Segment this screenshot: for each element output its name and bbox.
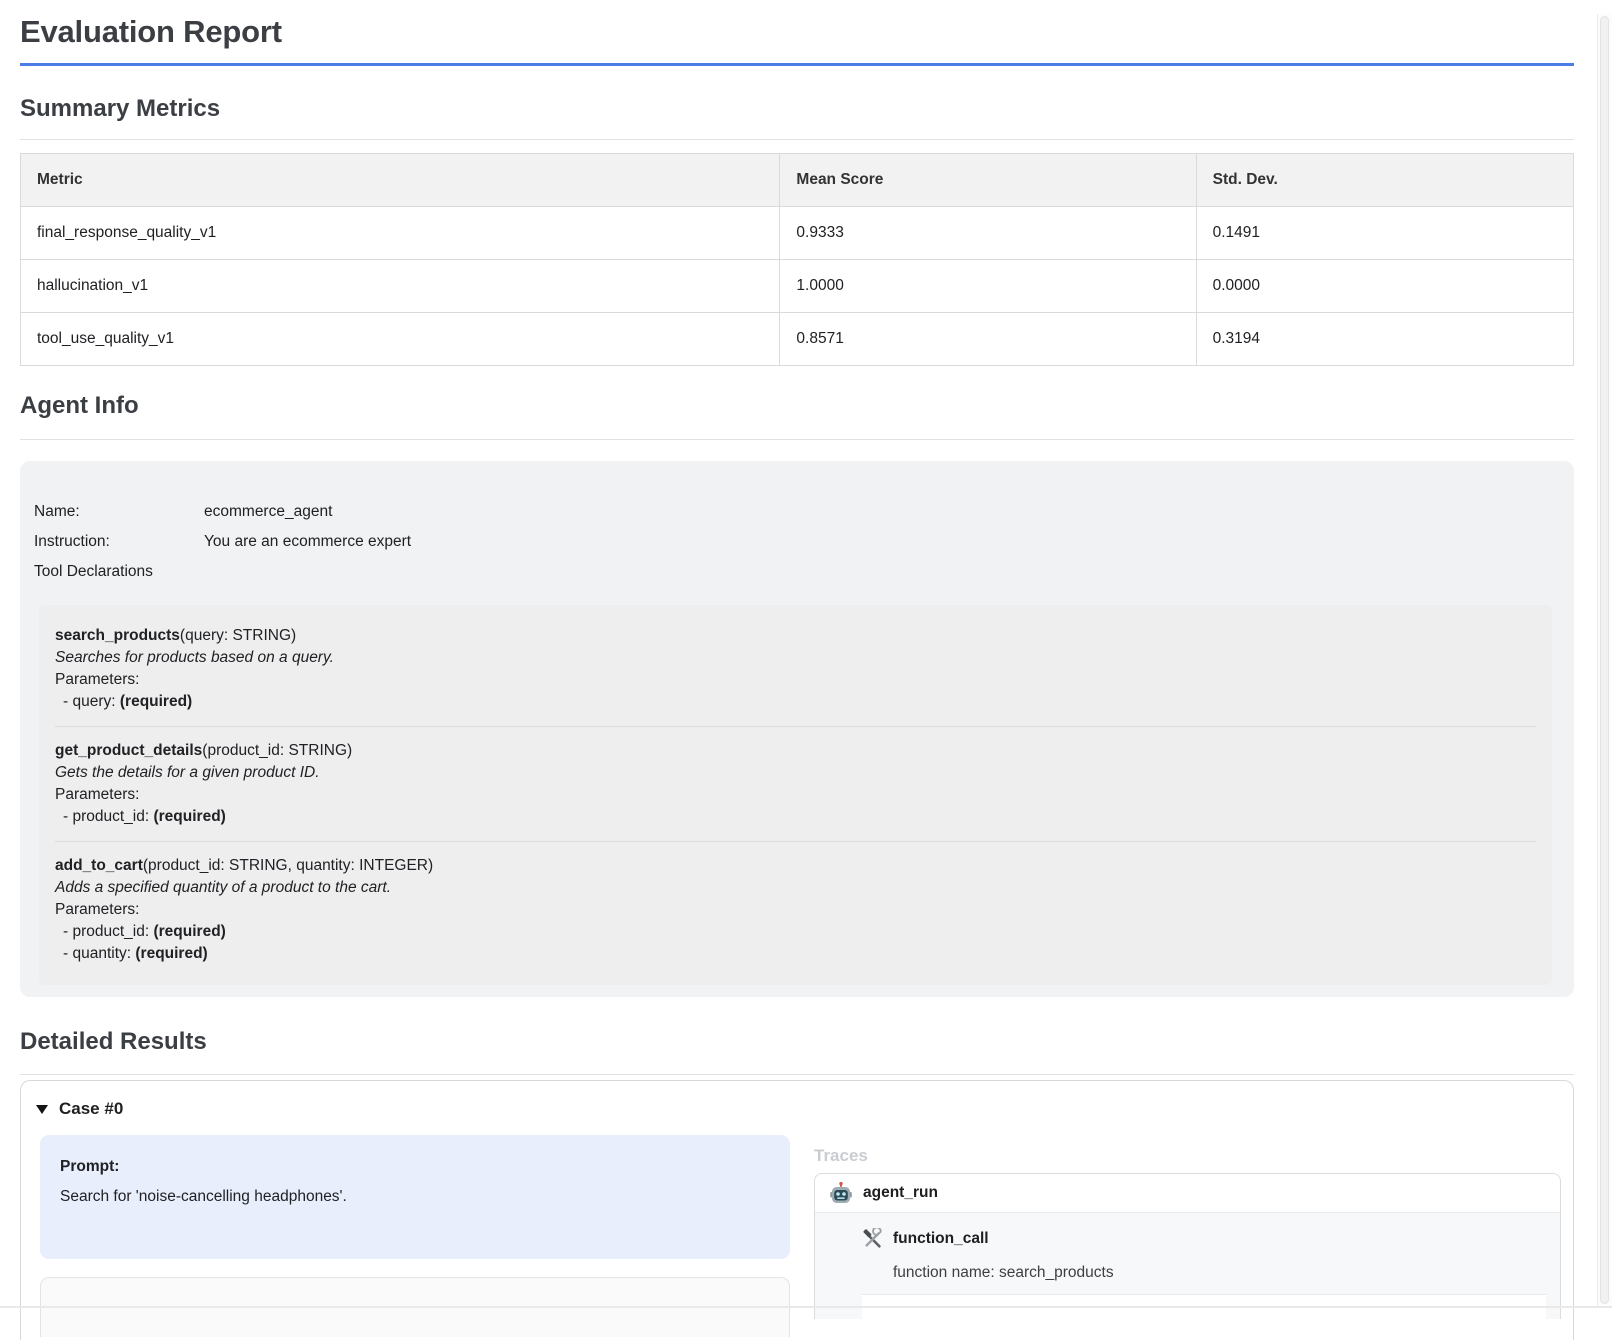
- summary-metrics-heading: Summary Metrics: [20, 95, 1574, 123]
- metric-name: hallucination_v1: [21, 260, 780, 313]
- agent-info-heading: Agent Info: [20, 392, 1574, 420]
- tool-description: Gets the details for a given product ID.: [55, 762, 1536, 784]
- tool-divider: [55, 726, 1536, 727]
- agent-instruction-row: Instruction: You are an ecommerce expert: [34, 533, 1554, 551]
- tool-entry-search-products: search_products(query: STRING) Searches …: [55, 625, 1536, 713]
- title-accent-rule: [20, 63, 1574, 66]
- tool-parameters-label: Parameters:: [55, 784, 1536, 806]
- scrollbar-thumb[interactable]: [1600, 16, 1609, 1304]
- trace-row-agent-run: agent_run: [815, 1174, 1560, 1212]
- table-header-row: Metric Mean Score Std. Dev.: [21, 154, 1574, 207]
- metric-mean: 0.8571: [780, 313, 1196, 366]
- robot-icon: [829, 1181, 853, 1205]
- prompt-text: Search for 'noise-cancelling headphones'…: [60, 1189, 770, 1205]
- tool-entry-add-to-cart: add_to_cart(product_id: STRING, quantity…: [55, 855, 1536, 965]
- tool-description: Searches for products based on a query.: [55, 647, 1536, 669]
- metric-std: 0.3194: [1196, 313, 1573, 366]
- viewport-bottom-edge: [0, 1306, 1612, 1308]
- section-divider: [20, 439, 1574, 440]
- prompt-label: Prompt:: [60, 1159, 770, 1175]
- trace-function-name: function name: search_products: [893, 1265, 1546, 1281]
- tool-declarations-label: Tool Declarations: [34, 563, 1554, 581]
- tool-parameter: - query: (required): [55, 691, 1536, 713]
- prompt-box: Prompt: Search for 'noise-cancelling hea…: [40, 1135, 790, 1259]
- metric-mean: 0.9333: [780, 207, 1196, 260]
- metric-std: 0.1491: [1196, 207, 1573, 260]
- trace-child-label: function_call: [893, 1230, 989, 1248]
- tool-parameters-label: Parameters:: [55, 899, 1536, 921]
- case-card: Case #0 Prompt: Search for 'noise-cancel…: [20, 1080, 1574, 1340]
- tool-signature: add_to_cart(product_id: STRING, quantity…: [55, 855, 1536, 877]
- agent-instruction-value: You are an ecommerce expert: [204, 533, 411, 551]
- hammer-wrench-icon: [862, 1228, 884, 1250]
- detailed-results-heading: Detailed Results: [20, 1028, 1574, 1056]
- trace-tree: agent_run: [814, 1173, 1561, 1319]
- metric-name: final_response_quality_v1: [21, 207, 780, 260]
- agent-name-label: Name:: [34, 503, 204, 521]
- tool-divider: [55, 841, 1536, 842]
- tool-entry-get-product-details: get_product_details(product_id: STRING) …: [55, 740, 1536, 828]
- collapse-triangle-icon: [36, 1105, 48, 1114]
- section-divider: [20, 139, 1574, 140]
- tool-signature: search_products(query: STRING): [55, 625, 1536, 647]
- traces-label: Traces: [814, 1147, 1561, 1164]
- metric-std: 0.0000: [1196, 260, 1573, 313]
- metric-name: tool_use_quality_v1: [21, 313, 780, 366]
- tool-description: Adds a specified quantity of a product t…: [55, 877, 1536, 899]
- table-row: final_response_quality_v1 0.9333 0.1491: [21, 207, 1574, 260]
- page-content: Evaluation Report Summary Metrics Metric…: [20, 14, 1574, 1340]
- trace-root-label: agent_run: [863, 1184, 938, 1202]
- case-toggle[interactable]: Case #0: [21, 1081, 1573, 1118]
- tool-parameters-label: Parameters:: [55, 669, 1536, 691]
- agent-instruction-label: Instruction:: [34, 533, 204, 551]
- case-title: Case #0: [59, 1100, 123, 1118]
- trace-row-function-call: function_call: [862, 1228, 1546, 1250]
- page-title: Evaluation Report: [20, 14, 1574, 50]
- tool-declarations-panel: search_products(query: STRING) Searches …: [39, 605, 1552, 985]
- agent-name-value: ecommerce_agent: [204, 503, 332, 521]
- table-row: tool_use_quality_v1 0.8571 0.3194: [21, 313, 1574, 366]
- table-row: hallucination_v1 1.0000 0.0000: [21, 260, 1574, 313]
- tool-parameter: - product_id: (required): [55, 806, 1536, 828]
- column-header-std-dev: Std. Dev.: [1196, 154, 1573, 207]
- tool-parameter: - quantity: (required): [55, 943, 1536, 965]
- agent-info-panel: Name: ecommerce_agent Instruction: You a…: [20, 461, 1574, 997]
- metric-mean: 1.0000: [780, 260, 1196, 313]
- agent-name-row: Name: ecommerce_agent: [34, 503, 1554, 521]
- tool-parameter: - product_id: (required): [55, 921, 1536, 943]
- column-header-metric: Metric: [21, 154, 780, 207]
- trace-nested-block: function_call function name: search_prod…: [815, 1212, 1560, 1319]
- summary-metrics-table: Metric Mean Score Std. Dev. final_respon…: [20, 153, 1574, 366]
- tool-signature: get_product_details(product_id: STRING): [55, 740, 1536, 762]
- vertical-scrollbar[interactable]: [1597, 14, 1612, 1308]
- section-divider: [20, 1074, 1574, 1075]
- column-header-mean-score: Mean Score: [780, 154, 1196, 207]
